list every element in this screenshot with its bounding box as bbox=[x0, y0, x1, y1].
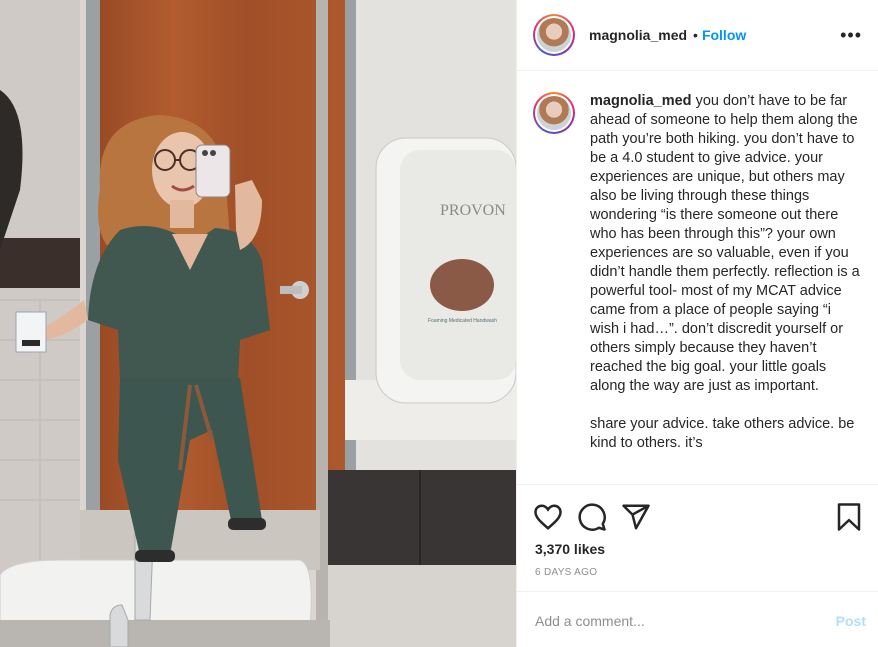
follow-button[interactable]: Follow bbox=[702, 27, 746, 43]
bookmark-icon[interactable] bbox=[834, 502, 864, 532]
caption-row: magnolia_med you don’t have to be far ah… bbox=[533, 92, 862, 453]
caption-body: you don’t have to be far ahead of someon… bbox=[590, 93, 860, 451]
caption-text-block: magnolia_med you don’t have to be far ah… bbox=[590, 92, 860, 453]
avatar[interactable] bbox=[533, 14, 575, 56]
post-comment-button[interactable]: Post bbox=[836, 613, 866, 629]
more-options-icon[interactable]: ••• bbox=[840, 25, 862, 46]
avatar-image bbox=[537, 18, 571, 52]
post-side-panel: magnolia_med • Follow ••• magnolia_med y… bbox=[516, 0, 878, 647]
post-photo[interactable]: PROVON Foaming Medicated Handwash bbox=[0, 0, 516, 647]
likes-count[interactable]: 3,370 likes bbox=[517, 533, 878, 557]
action-icons-row bbox=[517, 485, 878, 533]
comment-bar: Post bbox=[517, 591, 878, 647]
caption-username[interactable]: magnolia_med bbox=[590, 93, 692, 109]
dispenser-label-text: Foaming Medicated Handwash bbox=[428, 318, 497, 324]
caption-avatar[interactable] bbox=[533, 92, 575, 134]
comment-icon[interactable] bbox=[577, 502, 607, 532]
caption-scroll-area[interactable]: magnolia_med you don’t have to be far ah… bbox=[517, 72, 878, 484]
post-header: magnolia_med • Follow ••• bbox=[517, 0, 878, 71]
separator-dot: • bbox=[693, 27, 698, 43]
post-actions: 3,370 likes 6 DAYS AGO Post bbox=[517, 484, 878, 647]
post-date[interactable]: 6 DAYS AGO bbox=[517, 557, 878, 578]
avatar-inner bbox=[535, 16, 573, 54]
caption-avatar-inner bbox=[535, 94, 573, 132]
comment-input[interactable] bbox=[535, 612, 836, 629]
share-icon[interactable] bbox=[621, 502, 651, 532]
heart-icon[interactable] bbox=[533, 502, 563, 532]
mirror-selfie-image: PROVON Foaming Medicated Handwash bbox=[0, 0, 516, 647]
header-username[interactable]: magnolia_med bbox=[589, 27, 687, 43]
dispenser-brand-text: PROVON bbox=[440, 202, 506, 219]
caption-avatar-image bbox=[537, 96, 571, 130]
